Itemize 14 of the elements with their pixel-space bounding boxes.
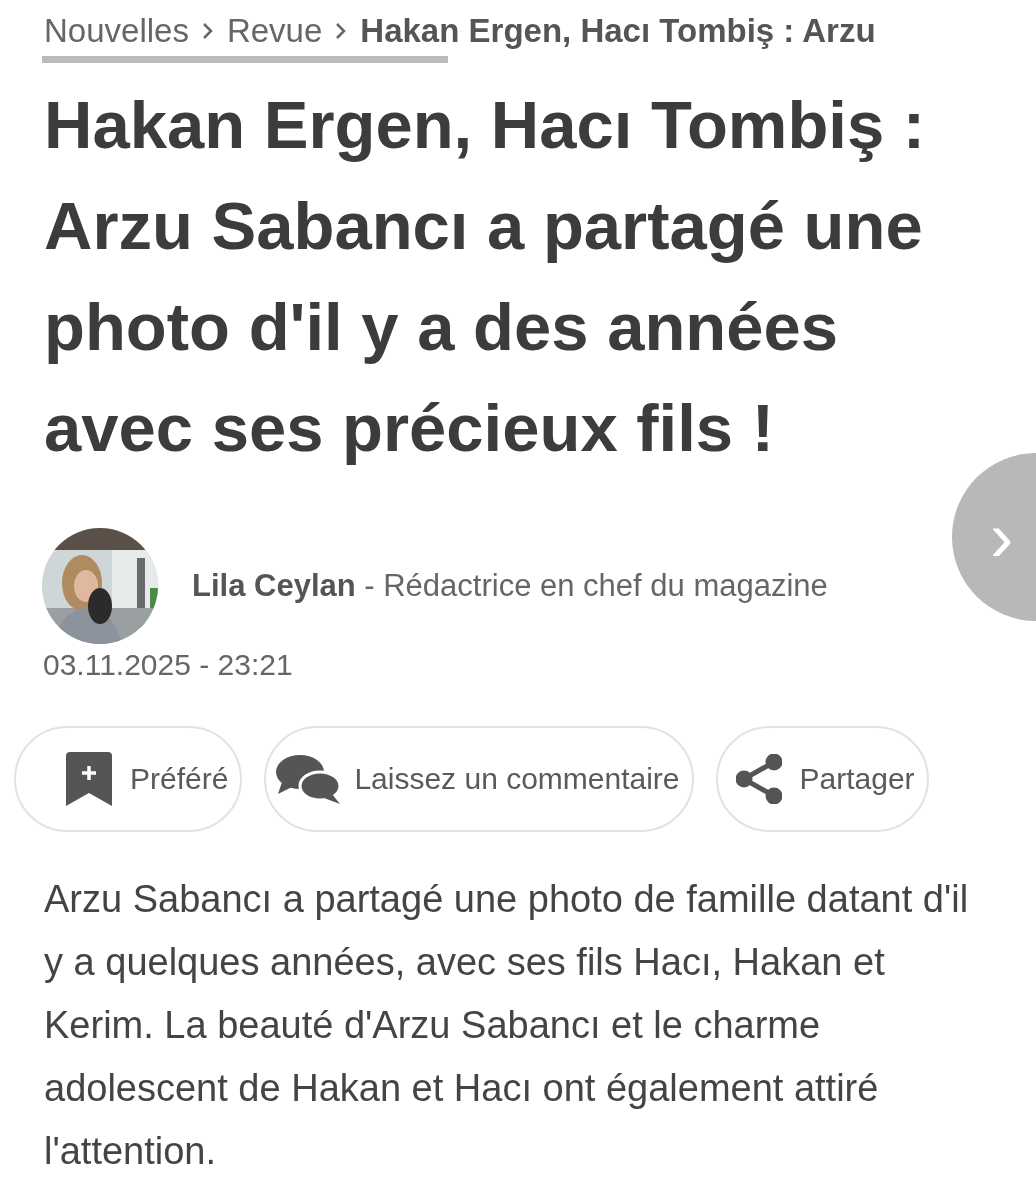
article-paragraph: Arzu Sabancı a partagé une photo de famille datant d'il y a quelques années, avec ses fils Hacı, Hakan et Kerim. La beauté d'Arzu Sabancı et le charme adolescent de Hakan et Hacı ont également attiré l'attention. <box>44 877 970 1174</box>
author-byline: Lila Ceylan - Rédactrice en chef du magazine <box>192 568 828 604</box>
article-title: Hakan Ergen, Hacı Tombiş : Arzu Sabancı a partagé une photo d'il y a des années avec ses précieux fils ! <box>44 86 927 467</box>
publish-date: 03.11.2025 - 23:21 <box>43 648 294 682</box>
breadcrumb-current: Hakan Ergen, Hacı Tombiş : Arzu <box>360 12 876 50</box>
breadcrumb-link[interactable]: Nouvelles <box>44 12 189 50</box>
share-button[interactable]: Partager <box>715 726 929 832</box>
favorite-button[interactable]: Préféré <box>14 726 243 832</box>
comment-button[interactable]: Laissez un commentaire <box>264 726 694 832</box>
chevron-icon <box>200 21 215 41</box>
bookmark-add-icon <box>66 752 112 806</box>
chat-bubbles-icon <box>276 754 343 804</box>
share-icon <box>735 754 782 804</box>
breadcrumb-link[interactable]: Revue <box>226 12 323 50</box>
